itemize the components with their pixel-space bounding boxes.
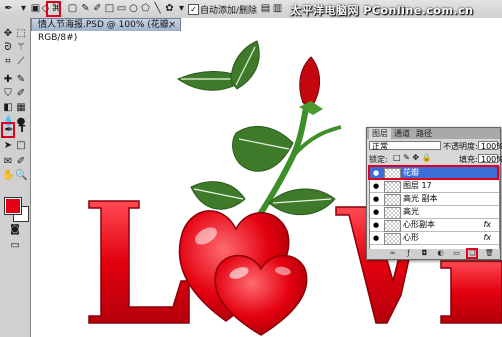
layer-thumbnail: [384, 181, 401, 193]
brush-tool-icon[interactable]: ✎: [15, 74, 27, 86]
paths-highlight-box: [46, 1, 61, 17]
layer-row[interactable]: ● 心形副本 fx: [370, 219, 499, 232]
eraser-tool-icon[interactable]: ◧: [2, 102, 14, 114]
line-icon[interactable]: ╲: [152, 3, 163, 14]
tab-channels[interactable]: 通道: [391, 128, 413, 139]
adjustment-layer-icon[interactable]: ◐: [437, 250, 444, 257]
blend-mode-select[interactable]: 正常: [369, 141, 441, 151]
ellipse-icon[interactable]: ○: [128, 3, 139, 14]
panel-tabs: 图层 通道 路径: [367, 128, 500, 139]
layer-row[interactable]: ● 心形 fx: [370, 232, 499, 245]
rectangle-icon[interactable]: □: [104, 3, 115, 14]
fill-field[interactable]: 100%: [478, 154, 502, 164]
leaf-5: [268, 188, 336, 216]
layer-mask-icon[interactable]: ◘: [421, 250, 428, 257]
rounded-rectangle-icon[interactable]: ▭: [116, 3, 127, 14]
layer-thumbnail: [384, 207, 401, 219]
fill-value: 100%: [481, 155, 502, 164]
path-combine-icon[interactable]: ▤: [260, 3, 271, 14]
clone-stamp-icon[interactable]: ⛉: [2, 88, 14, 100]
magic-wand-icon[interactable]: ⚚: [15, 42, 27, 54]
crop-tool-icon[interactable]: ⌗: [2, 56, 14, 68]
path-selection-icon[interactable]: ➤: [2, 140, 14, 152]
eye-icon[interactable]: ●: [372, 195, 380, 203]
lock-icons[interactable]: □ ✎ ✥ 🔒: [393, 153, 432, 162]
history-brush-icon[interactable]: ✐: [15, 88, 27, 100]
eye-icon[interactable]: ●: [372, 234, 380, 242]
rose-bud: [299, 56, 320, 106]
leaf-3: [232, 125, 294, 172]
quick-mask-icon[interactable]: ◙: [9, 224, 21, 236]
blend-mode-value: 正常: [372, 142, 388, 151]
eye-icon[interactable]: ●: [372, 182, 380, 190]
screen-mode-icon[interactable]: ▭: [9, 240, 21, 252]
opacity-value: 100%: [481, 142, 502, 151]
path-subtract-icon[interactable]: ▥: [272, 3, 283, 14]
letter-l-shape: [88, 200, 190, 324]
layer-name: 心形: [403, 233, 419, 242]
layer-row[interactable]: ● 高光: [370, 206, 499, 219]
trash-icon[interactable]: 🗑: [485, 250, 494, 257]
layer-thumbnail: [384, 194, 401, 206]
tools-panel: ✥ ⬚ ᘐ ⚚ ⌗ ⟋ ✚ ✎ ⛉ ✐ ◧ ▦ 💧 ● ✒ T ➤ □ ✉ ✐ …: [0, 18, 31, 337]
opacity-field[interactable]: 100%: [478, 141, 502, 151]
layer-effects-icon[interactable]: fx: [483, 232, 491, 244]
auto-add-delete-label: 自动添加/删除: [200, 6, 258, 16]
fill-label: 填充:: [459, 155, 478, 164]
slice-tool-icon[interactable]: ⟋: [15, 56, 27, 68]
eyedropper-tool-icon[interactable]: ✐: [15, 156, 27, 168]
lock-label: 锁定:: [369, 155, 388, 164]
polygon-icon[interactable]: ⬠: [140, 3, 151, 14]
shape-tool-icon[interactable]: □: [15, 140, 27, 152]
leaf-4: [190, 181, 246, 210]
fill-pixels-icon[interactable]: ▢: [67, 3, 78, 14]
type-tool-icon[interactable]: T: [16, 124, 28, 136]
custom-shape-icon[interactable]: ✿: [164, 3, 175, 14]
freeform-pen-icon[interactable]: ✐: [92, 3, 103, 14]
layers-panel: 图层 通道 路径 正常 不透明度: 100% 锁定: □ ✎ ✥ 🔒 填充: 1…: [366, 127, 502, 260]
opacity-label: 不透明度:: [443, 142, 478, 151]
lasso-tool-icon[interactable]: ᘐ: [2, 42, 14, 54]
site-watermark: 太平洋电脑网 PConline.com.cn: [290, 4, 474, 17]
move-tool-icon[interactable]: ✥: [2, 28, 14, 40]
layer-effects-icon[interactable]: fx: [483, 219, 491, 231]
new-layer-highlight-box: [466, 248, 478, 259]
healing-brush-icon[interactable]: ✚: [2, 74, 14, 86]
pen-tool-icon[interactable]: ✒: [3, 3, 14, 14]
marquee-tool-icon[interactable]: ⬚: [15, 28, 27, 40]
zoom-tool-icon[interactable]: 🔍: [15, 170, 27, 182]
foreground-color-swatch[interactable]: [4, 197, 22, 215]
eye-icon[interactable]: ●: [372, 221, 380, 229]
layer-name: 图层 17: [403, 181, 432, 190]
layer-thumbnail: [384, 233, 401, 245]
dropdown-arrow-icon[interactable]: ▾: [18, 3, 29, 14]
document-tab[interactable]: 情人节海报.PSD @ 100% (花瓣, RGB/8#) ×: [31, 18, 181, 43]
tab-paths[interactable]: 路径: [413, 128, 435, 139]
pen-icon[interactable]: ✎: [80, 3, 91, 14]
hand-tool-icon[interactable]: ✋: [2, 170, 14, 182]
notes-tool-icon[interactable]: ✉: [2, 156, 14, 168]
options-bar: ✒ ▾ ▣ ◇ ⌘ ▢ ✎ ✐ □ ▭ ○ ⬠ ╲ ✿ ▾ ✓ 自动添加/删除 …: [0, 0, 502, 19]
dropdown-arrow-icon[interactable]: ▾: [176, 3, 187, 14]
pen-tool-highlight-box: [1, 122, 15, 138]
auto-add-delete-checkbox[interactable]: ✓: [188, 4, 199, 15]
letter-e-shape: [440, 260, 502, 324]
layer-name: 高光: [403, 207, 419, 216]
link-layers-icon[interactable]: ∞: [389, 250, 396, 257]
layer-row[interactable]: ● 图层 17: [370, 180, 499, 193]
tab-layers[interactable]: 图层: [369, 128, 391, 139]
layer-thumbnail: [384, 220, 401, 232]
layer-style-icon[interactable]: ƒ: [405, 250, 412, 257]
panel-bottom-bar: ∞ ƒ ◘ ◐ ▭ ❏ 🗑: [367, 248, 500, 259]
layer-row[interactable]: ● 高光 副本: [370, 193, 499, 206]
new-group-icon[interactable]: ▭: [453, 250, 460, 257]
heart-small: [214, 254, 308, 336]
layer-name: 心形副本: [403, 220, 435, 229]
layer-name: 高光 副本: [403, 194, 438, 203]
eye-icon[interactable]: ●: [372, 208, 380, 216]
active-layer-highlight-box: [368, 165, 499, 180]
gradient-tool-icon[interactable]: ▦: [15, 102, 27, 114]
